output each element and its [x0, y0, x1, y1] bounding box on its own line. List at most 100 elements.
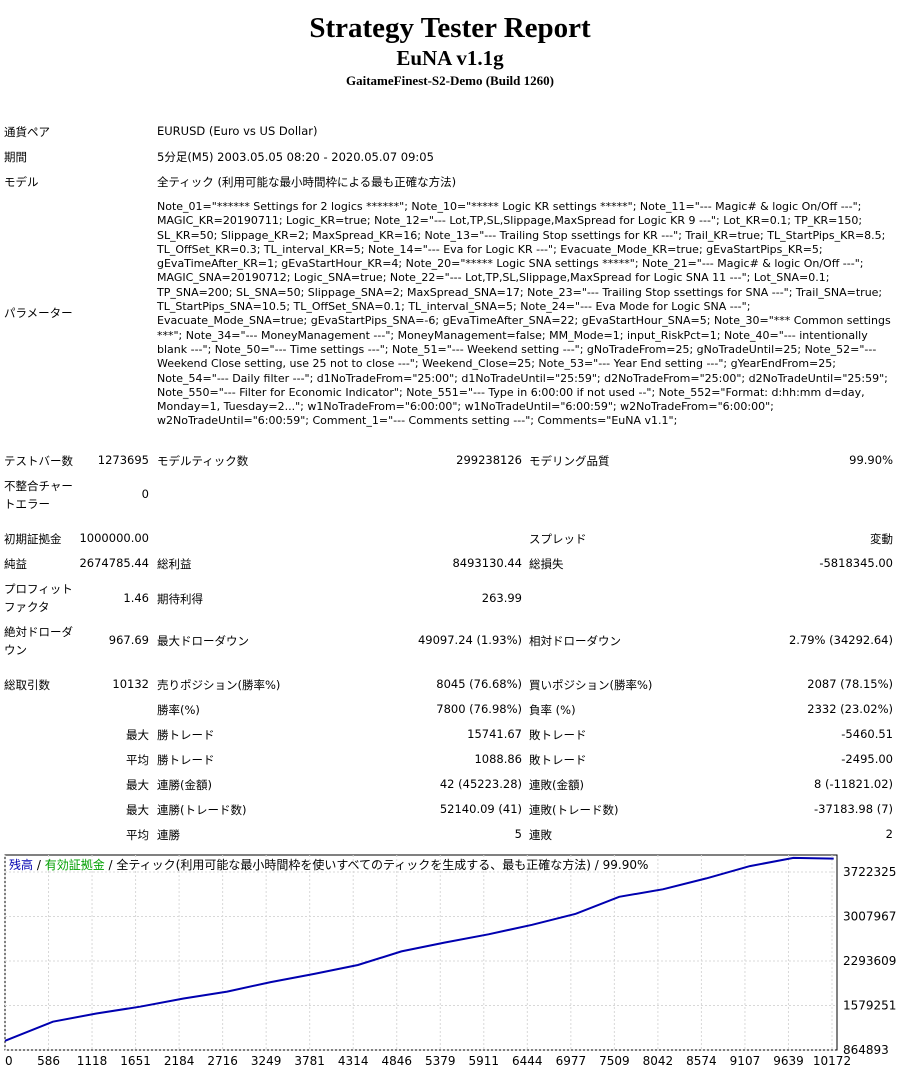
max-consec-losses-value: 8 (-11821.02) — [814, 777, 893, 791]
x-tick-label: 5379 — [425, 1054, 456, 1068]
params-label: パラメーター — [4, 306, 73, 320]
ticks-value: 299238126 — [456, 453, 522, 467]
rel-dd-label: 相対ドローダウン — [529, 634, 621, 648]
x-tick-label: 3781 — [294, 1054, 325, 1068]
max-dd-label: 最大ドローダウン — [157, 634, 249, 648]
model-value: 全ティック (利用可能な最小時間枠による最も正確な方法) — [157, 175, 457, 189]
avg-win-value: 1088.86 — [474, 752, 522, 766]
quality-value: 99.90% — [849, 453, 893, 467]
x-tick-label: 3249 — [251, 1054, 282, 1068]
win-rate-value: 7800 (76.98%) — [436, 702, 522, 716]
expected-value: 263.99 — [481, 591, 522, 605]
x-tick-label: 7509 — [599, 1054, 630, 1068]
gross-loss-value: -5818345.00 — [819, 556, 893, 570]
x-tick-label: 2716 — [207, 1054, 238, 1068]
pf-label-1: プロフィット — [4, 582, 73, 596]
avg-consec-losses-value: 2 — [885, 827, 893, 841]
loss-rate-value: 2332 (23.02%) — [807, 702, 893, 716]
abs-dd-label-2: ウン — [4, 643, 27, 657]
bars-label: テストバー数 — [4, 454, 73, 468]
mismatch-value: 0 — [141, 487, 149, 501]
legend-equity: 有効証拠金 — [45, 857, 105, 872]
max-consec-wins-label: 連勝(金額) — [157, 778, 212, 792]
max-win-value: 15741.67 — [467, 727, 522, 741]
y-tick-label: 1579251 — [843, 999, 896, 1013]
ticks-label: モデルティック数 — [157, 454, 249, 468]
max-word-3: 最大 — [126, 803, 149, 817]
max-consec-loss-value: -37183.98 (7) — [814, 802, 893, 816]
bars-value: 1273695 — [97, 453, 149, 467]
legend-balance: 残高 — [9, 857, 33, 872]
mismatch-label-2: トエラー — [4, 497, 50, 511]
balance-chart: 3722325300796722936091579251864893 0 586 1… — [0, 852, 900, 1086]
max-consec-profit-value: 52140.09 (41) — [439, 802, 522, 816]
x-tick-label: 4846 — [381, 1054, 412, 1068]
gross-profit-value: 8493130.44 — [452, 556, 522, 570]
gross-profit-label: 総利益 — [157, 557, 192, 571]
avg-loss-label: 敗トレード — [529, 753, 587, 767]
pf-label-2: ファクタ — [4, 600, 50, 614]
avg-win-label: 勝トレード — [157, 753, 215, 767]
x-tick-label: 0 — [5, 1054, 13, 1068]
ea-name: EuNA v1.1g — [396, 46, 504, 70]
plot-area — [4, 854, 838, 1051]
x-tick-label: 9107 — [730, 1054, 761, 1068]
short-label: 売りポジション(勝率%) — [157, 678, 281, 692]
max-consec-losses-label: 連敗(金額) — [529, 778, 584, 792]
mismatch-label-1: 不整合チャー — [4, 479, 73, 493]
y-tick-label: 3722325 — [843, 865, 896, 879]
x-tick-label: 8042 — [643, 1054, 674, 1068]
x-tick-label: 2184 — [164, 1054, 195, 1068]
avg-consec-losses-label: 連敗 — [529, 828, 552, 842]
short-value: 8045 (76.68%) — [436, 677, 522, 691]
loss-rate-label: 負率 (%) — [529, 703, 576, 717]
x-tick-label: 586 — [37, 1054, 60, 1068]
long-label: 買いポジション(勝率%) — [529, 678, 653, 692]
chart-legend: 残高 / 有効証拠金 / 全ティック(利用可能な最小時間枠を使いすべてのティック… — [9, 857, 648, 872]
avg-consec-wins-value: 5 — [514, 827, 522, 841]
x-tick-label: 10172 — [813, 1054, 851, 1068]
expected-label: 期待利得 — [157, 592, 203, 606]
avg-word-1: 平均 — [126, 753, 149, 767]
deposit-value: 1000000.00 — [79, 531, 149, 545]
max-consec-wins-value: 42 (45223.28) — [439, 777, 522, 791]
x-tick-label: 1118 — [77, 1054, 108, 1068]
max-dd-value: 49097.24 (1.93%) — [417, 633, 522, 647]
report-title: Strategy Tester Report — [309, 12, 591, 44]
period-value: 5分足(M5) 2003.05.05 08:20 - 2020.05.07 09… — [157, 150, 434, 164]
x-tick-label: 6977 — [556, 1054, 587, 1068]
rel-dd-value: 2.79% (34292.64) — [788, 633, 893, 647]
model-label: モデル — [4, 175, 39, 189]
x-tick-label: 1651 — [120, 1054, 151, 1068]
legend-sep: / — [33, 858, 45, 872]
avg-word-2: 平均 — [126, 828, 149, 842]
max-win-label: 勝トレード — [157, 728, 215, 742]
spread-label: スプレッド — [529, 532, 587, 546]
x-tick-label: 9639 — [773, 1054, 804, 1068]
x-tick-label: 6444 — [512, 1054, 543, 1068]
total-label: 総取引数 — [4, 678, 50, 692]
max-loss-label: 敗トレード — [529, 728, 587, 742]
avg-loss-value: -2495.00 — [841, 752, 893, 766]
max-word-2: 最大 — [126, 778, 149, 792]
long-value: 2087 (78.15%) — [807, 677, 893, 691]
legend-rest: / 全ティック(利用可能な最小時間枠を使いすべてのティックを生成する、最も正確な… — [105, 857, 649, 872]
max-word-1: 最大 — [126, 728, 149, 742]
period-label: 期間 — [4, 150, 27, 164]
spread-value: 変動 — [870, 532, 893, 546]
y-tick-label: 3007967 — [843, 910, 896, 924]
max-consec-loss-label: 連敗(トレード数) — [529, 803, 619, 817]
max-loss-value: -5460.51 — [841, 727, 893, 741]
x-tick-label: 4314 — [338, 1054, 369, 1068]
quality-label: モデリング品質 — [529, 454, 610, 468]
gross-loss-label: 総損失 — [529, 557, 564, 571]
net-value: 2674785.44 — [79, 556, 149, 570]
abs-dd-label-1: 絶対ドローダ — [4, 625, 73, 639]
x-tick-label: 8574 — [686, 1054, 717, 1068]
x-tick-label: 5911 — [469, 1054, 500, 1068]
symbol-label: 通貨ペア — [4, 125, 50, 139]
pf-value: 1.46 — [123, 591, 149, 605]
total-value: 10132 — [112, 677, 149, 691]
params-value: Note_01="****** Settings for 2 logics **… — [157, 200, 891, 428]
max-consec-profit-label: 連勝(トレード数) — [157, 803, 247, 817]
